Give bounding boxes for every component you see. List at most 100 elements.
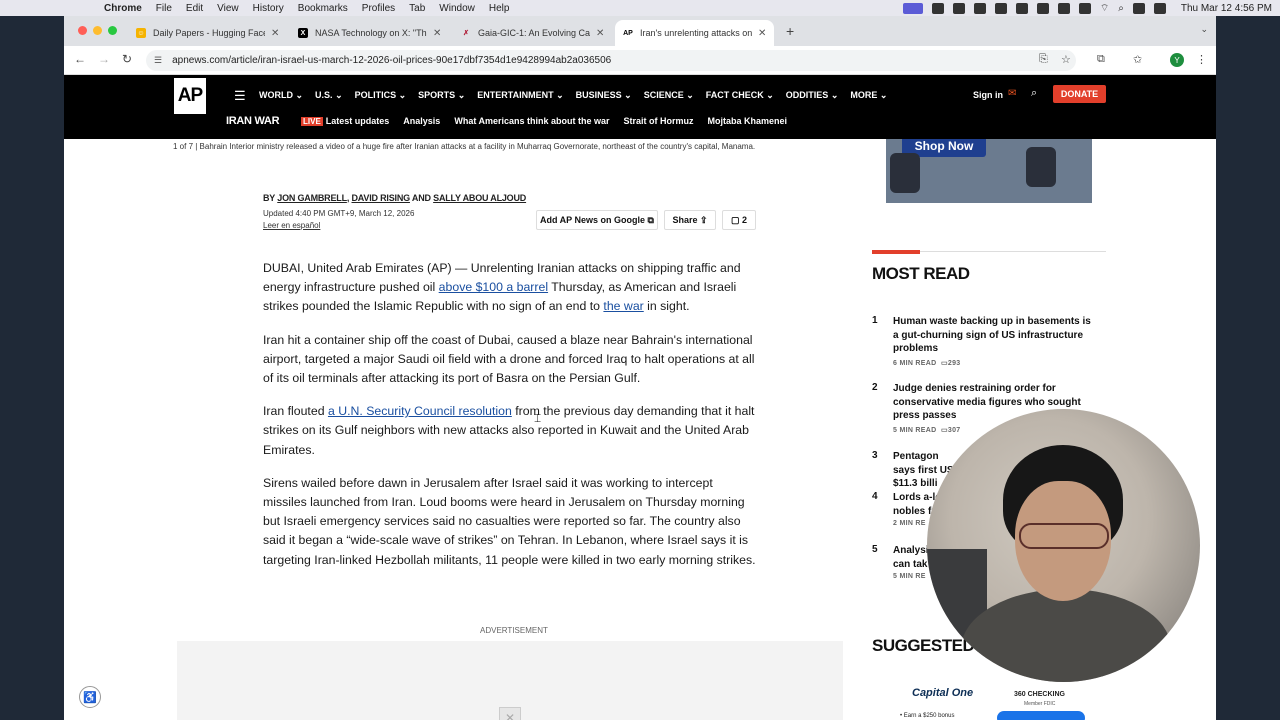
nav-oddities[interactable]: ODDITIES ⌄ <box>786 90 839 101</box>
nav-entertainment[interactable]: ENTERTAINMENT ⌄ <box>477 90 563 101</box>
wifi-icon[interactable]: ⌔ <box>1100 2 1109 15</box>
sidebar-ad[interactable]: Shop Now <box>886 139 1092 203</box>
add-ap-google-button[interactable]: Add AP News on Google ⧉ <box>536 210 658 230</box>
status-app-icon[interactable] <box>1015 2 1028 14</box>
advertisement-label: ADVERTISEMENT <box>480 626 548 635</box>
author-link[interactable]: SALLY ABOU ALJOUD <box>433 193 526 203</box>
donate-button[interactable]: DONATE <box>1053 85 1106 103</box>
notion-icon[interactable] <box>952 2 965 14</box>
read-time: 6 MIN READ <box>893 360 937 367</box>
subnav-strait-of-hormuz[interactable]: Strait of Hormuz <box>624 116 694 126</box>
install-app-icon[interactable]: ⎘ <box>1039 53 1048 66</box>
subnav-americans-think[interactable]: What Americans think about the war <box>454 116 609 126</box>
close-window-icon[interactable] <box>78 26 87 35</box>
menu-profiles[interactable]: Profiles <box>362 3 395 14</box>
nav-politics[interactable]: POLITICS ⌄ <box>355 90 407 101</box>
close-tab-icon[interactable]: ✕ <box>271 28 279 39</box>
tab-gaia[interactable]: ✗ Gaia-GIC-1: An Evolving Cata ✕ <box>453 20 612 46</box>
nav-business[interactable]: BUSINESS ⌄ <box>576 90 632 101</box>
battery-icon[interactable] <box>1078 2 1091 14</box>
live-badge: LIVE <box>301 117 323 126</box>
profile-avatar[interactable]: Y <box>1170 53 1184 67</box>
subnav-analysis[interactable]: Analysis <box>403 116 440 126</box>
menu-bookmarks[interactable]: Bookmarks <box>298 3 348 14</box>
advertisement-slot[interactable]: ✕ <box>177 641 843 720</box>
tab-daily-papers[interactable]: ☺ Daily Papers - Hugging Face ✕ <box>128 20 287 46</box>
hamburger-menu-icon[interactable]: ☰ <box>234 88 246 104</box>
paragraph: Iran hit a container ship off the coast … <box>263 332 755 386</box>
share-icon: ⇪ <box>699 214 708 225</box>
spotlight-icon[interactable]: ⌕ <box>1118 3 1124 14</box>
status-app-icon[interactable] <box>931 2 944 14</box>
screen-share-icon[interactable] <box>902 2 923 14</box>
subnav-latest-updates[interactable]: LIVE Latest updates <box>301 116 389 126</box>
nav-more[interactable]: MORE ⌄ <box>850 90 887 101</box>
address-bar[interactable]: ☰ apnews.com/article/iran-israel-us-marc… <box>146 50 1076 71</box>
capital-one-logo[interactable]: Capital One <box>912 687 973 699</box>
un-resolution-link[interactable]: a U.N. Security Council resolution <box>328 404 512 418</box>
menu-view[interactable]: View <box>217 3 239 14</box>
text: Iran flouted <box>263 404 328 419</box>
person-body <box>961 589 1171 682</box>
author-link[interactable]: JON GAMBRELL <box>277 193 347 203</box>
comment-count: 293 <box>947 360 961 367</box>
menu-app-name[interactable]: Chrome <box>104 3 142 14</box>
nav-sports[interactable]: SPORTS ⌄ <box>418 90 465 101</box>
menu-tab[interactable]: Tab <box>409 3 425 14</box>
status-app-icon[interactable] <box>994 2 1007 14</box>
share-button[interactable]: Share ⇪ <box>664 210 716 230</box>
nav-fact-check[interactable]: FACT CHECK ⌄ <box>706 90 774 101</box>
nav-label: MORE <box>850 90 878 100</box>
chrome-menu-icon[interactable]: ⋮ <box>1196 53 1207 66</box>
bookmark-star-icon[interactable]: ☆ <box>1061 53 1071 66</box>
comment-icon: ▭ <box>940 427 948 434</box>
control-center-icon[interactable] <box>1132 2 1145 14</box>
webcam-overlay <box>927 409 1200 682</box>
search-icon[interactable]: ⌕ <box>1031 87 1037 100</box>
menu-history[interactable]: History <box>253 3 284 14</box>
minimize-window-icon[interactable] <box>93 26 102 35</box>
extensions-icon[interactable]: ⧉ <box>1097 53 1105 66</box>
close-tab-icon[interactable]: ✕ <box>433 28 441 39</box>
subnav-mojtaba-khamenei[interactable]: Mojtaba Khamenei <box>708 116 788 126</box>
mute-icon[interactable] <box>1036 2 1049 14</box>
tab-ap-news[interactable]: AP Iran's unrelenting attacks on s ✕ <box>615 20 775 46</box>
comments-button[interactable]: ▢ 2 <box>722 210 756 230</box>
keyboard-input-icon[interactable] <box>1057 2 1070 14</box>
the-war-link[interactable]: the war <box>603 299 643 313</box>
mouse-cursor-icon: ⌶ <box>534 411 542 425</box>
oil-price-link[interactable]: above $100 a barrel <box>439 280 548 294</box>
section-title[interactable]: IRAN WAR <box>226 115 280 127</box>
menu-edit[interactable]: Edit <box>186 3 203 14</box>
instagram-icon[interactable] <box>973 2 986 14</box>
siri-icon[interactable] <box>1153 2 1166 14</box>
notifications-icon[interactable]: ✉ <box>1008 88 1016 99</box>
author-link[interactable]: DAVID RISING <box>352 193 411 203</box>
story-title[interactable]: Human waste backing up in basements is a… <box>893 315 1097 356</box>
accessibility-icon[interactable]: ♿ <box>79 686 101 708</box>
new-tab-icon[interactable]: + <box>786 23 794 39</box>
nav-science[interactable]: SCIENCE ⌄ <box>644 90 694 101</box>
menubar-clock[interactable]: Thu Mar 12 4:56 PM <box>1181 3 1272 14</box>
menu-help[interactable]: Help <box>489 3 510 14</box>
bookmarks-icon[interactable]: ✩ <box>1133 53 1142 66</box>
sign-in-link[interactable]: Sign in <box>973 90 1003 100</box>
nav-label: ODDITIES <box>785 90 829 100</box>
close-tab-icon[interactable]: ✕ <box>596 28 604 39</box>
tab-title: Gaia-GIC-1: An Evolving Cata <box>478 28 590 38</box>
ad-cta-button[interactable] <box>997 711 1085 720</box>
nav-world[interactable]: WORLD ⌄ <box>259 90 303 101</box>
site-info-icon[interactable]: ☰ <box>154 55 162 66</box>
reload-icon[interactable]: ↻ <box>122 52 132 66</box>
spanish-link[interactable]: Leer en español <box>263 221 320 230</box>
tab-search-icon[interactable]: ⌄ <box>1200 24 1208 35</box>
nav-us[interactable]: U.S. ⌄ <box>315 90 343 101</box>
menu-window[interactable]: Window <box>439 3 475 14</box>
forward-arrow-icon[interactable]: → <box>98 52 110 66</box>
tab-nasa-x[interactable]: X NASA Technology on X: "The ✕ <box>290 20 449 46</box>
back-arrow-icon[interactable]: ← <box>74 52 86 66</box>
menu-file[interactable]: File <box>156 3 172 14</box>
maximize-window-icon[interactable] <box>108 26 117 35</box>
ap-logo[interactable]: AP <box>174 78 206 114</box>
close-tab-icon[interactable]: ✕ <box>758 28 766 39</box>
